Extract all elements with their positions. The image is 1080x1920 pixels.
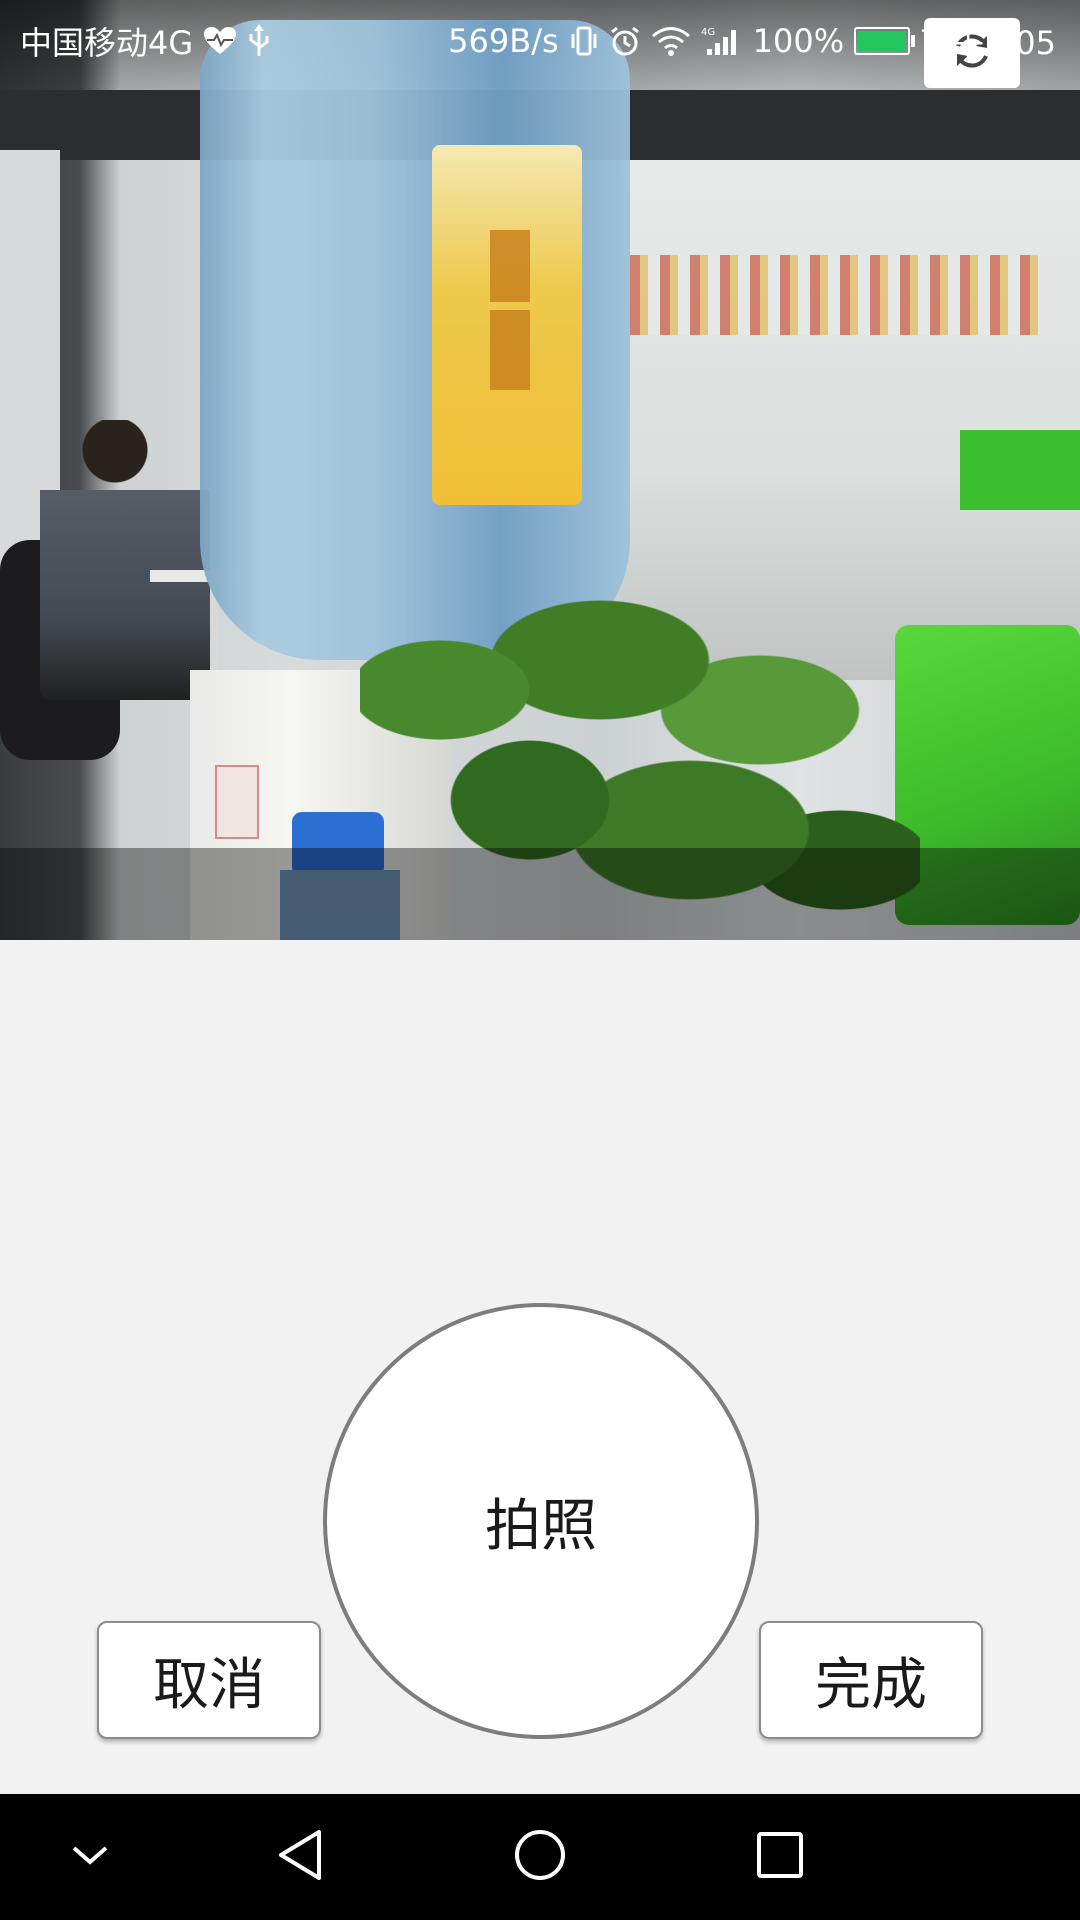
cancel-label: 取消 (153, 1652, 265, 1718)
collapse-chevron-icon (68, 1840, 112, 1874)
cancel-button[interactable]: 取消 (97, 1621, 321, 1739)
preview-scene-person (40, 420, 210, 700)
recents-icon (755, 1830, 805, 1884)
vibrate-icon (569, 25, 599, 57)
home-icon (513, 1828, 567, 1886)
back-button[interactable] (240, 1794, 360, 1920)
status-bar: 中国移动4G 569B/s 4G 100% 下午2:05 (0, 0, 1080, 76)
preview-scene-cooler-label (215, 765, 259, 839)
carrier-label: 中国移动4G (20, 24, 194, 62)
camera-preview[interactable] (0, 0, 1080, 940)
navigation-bar (0, 1794, 1080, 1920)
clock: 下午2:05 (920, 24, 1056, 62)
battery-icon (854, 27, 916, 55)
back-icon (275, 1828, 325, 1886)
preview-scene-wall-decorations (630, 255, 1040, 335)
preview-scene-green-board (960, 430, 1080, 510)
recents-button[interactable] (720, 1794, 840, 1920)
home-button[interactable] (480, 1794, 600, 1920)
heart-rate-icon (203, 26, 237, 56)
alarm-icon (609, 25, 641, 57)
take-photo-button[interactable]: 拍照 (323, 1303, 759, 1739)
preview-scene-jug-label-print (490, 230, 530, 390)
done-label: 完成 (815, 1652, 927, 1718)
done-button[interactable]: 完成 (759, 1621, 983, 1739)
take-photo-label: 拍照 (485, 1493, 597, 1559)
battery-percent: 100% (752, 22, 845, 60)
4g-signal-icon: 4G (701, 25, 743, 57)
network-speed: 569B/s (448, 22, 559, 60)
wifi-icon (651, 25, 691, 57)
collapse-chevron-button[interactable] (30, 1794, 150, 1920)
preview-bottom-shade (0, 848, 1080, 940)
usb-icon (247, 24, 271, 58)
svg-text:4G: 4G (701, 27, 715, 38)
